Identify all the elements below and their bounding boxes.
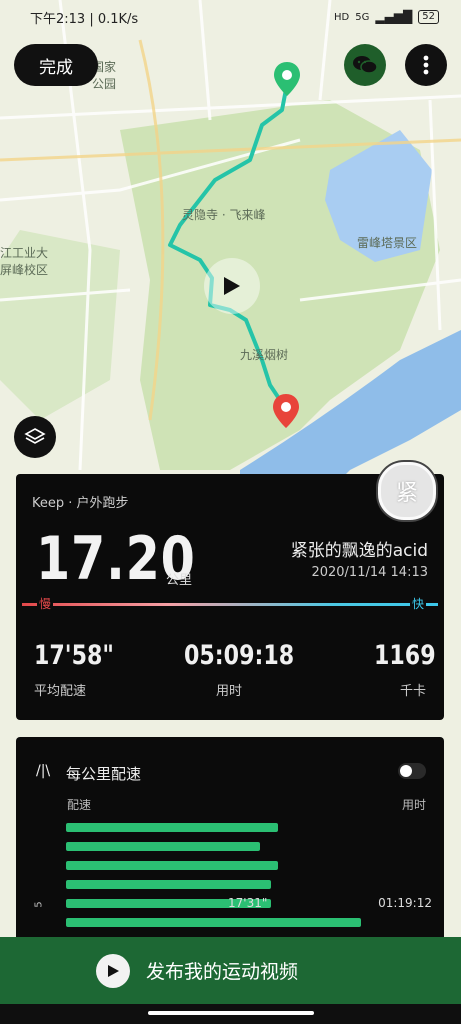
- avg-pace-label: 平均配速: [34, 684, 87, 699]
- pace-gradient-bar: [22, 603, 438, 606]
- split-bar: [66, 823, 278, 832]
- status-bar: 下午2:13 | 0.1K/s HD 5G ▂▄▆█ 52: [0, 0, 461, 34]
- play-icon: [224, 277, 240, 295]
- split-bar: [66, 842, 260, 851]
- layers-icon: [24, 428, 46, 444]
- wechat-share-button[interactable]: [344, 44, 386, 86]
- more-vertical-icon: [423, 55, 429, 75]
- battery-icon: 52: [418, 10, 439, 24]
- split-time-value: 01:19:12: [378, 896, 432, 910]
- end-pin-icon: [273, 394, 299, 428]
- map-layers-button[interactable]: [14, 416, 56, 458]
- split-km-label: 5: [33, 901, 45, 908]
- activity-source: Keep · 户外跑步: [32, 496, 129, 511]
- splits-title: 每公里配速: [66, 765, 142, 783]
- split-pace-value: 17'31": [228, 896, 268, 910]
- start-pin-icon: [274, 62, 300, 96]
- more-options-button[interactable]: [405, 44, 447, 86]
- pace-slow-label: 慢: [37, 595, 54, 612]
- signal-icon: 5G: [355, 11, 370, 23]
- duration-value: 05:09:18: [184, 640, 295, 671]
- calories-value: 1169: [374, 640, 436, 671]
- publish-label: 发布我的运动视频: [146, 961, 299, 983]
- map-label-jiuxi: 九溪烟树: [240, 348, 289, 362]
- splits-pace-header: 配速: [67, 798, 92, 812]
- splits-card: /|\ 每公里配速 配速 用时 5 17'31" 01:19:12: [16, 737, 444, 947]
- hd-icon: HD: [333, 11, 350, 23]
- splits-time-header: 用时: [401, 798, 426, 812]
- username: 紧张的飘逸的acid: [290, 541, 428, 561]
- avg-pace-value: 17'58": [34, 640, 114, 671]
- play-route-button[interactable]: [204, 258, 260, 314]
- status-time: 下午2:13 | 0.1K/s: [30, 11, 139, 27]
- run-datetime: 2020/11/14 14:13: [311, 565, 428, 580]
- splits-icon: /|\: [36, 763, 51, 779]
- status-icons: HD 5G ▂▄▆█ 52: [334, 10, 439, 24]
- wechat-icon: [353, 56, 378, 74]
- duration-label: 用时: [216, 684, 243, 699]
- split-bar: [66, 918, 361, 927]
- signal-bars-icon: ▂▄▆█: [375, 10, 413, 24]
- splits-toggle[interactable]: [398, 763, 426, 779]
- distance-unit: 公里: [166, 573, 193, 588]
- home-indicator[interactable]: [148, 1011, 314, 1015]
- map-label-leifeng: 雷峰塔景区: [357, 236, 418, 250]
- publish-video-button[interactable]: 发布我的运动视频: [0, 937, 461, 1004]
- split-bar: [66, 880, 271, 889]
- run-summary-card: Keep · 户外跑步 17.20 公里 紧张的飘逸的acid 2020/11/…: [16, 474, 444, 720]
- user-avatar-badge[interactable]: 紧: [378, 462, 436, 520]
- play-circle-icon: [96, 953, 130, 988]
- map-label-lingyin: 灵隐寺 · 飞来峰: [182, 208, 266, 222]
- done-button[interactable]: 完成: [14, 44, 98, 86]
- pace-fast-label: 快: [409, 595, 426, 612]
- map-label-tech: 江工业大 屏峰校区: [0, 246, 49, 277]
- calories-label: 千卡: [400, 684, 427, 699]
- split-bar: [66, 861, 278, 870]
